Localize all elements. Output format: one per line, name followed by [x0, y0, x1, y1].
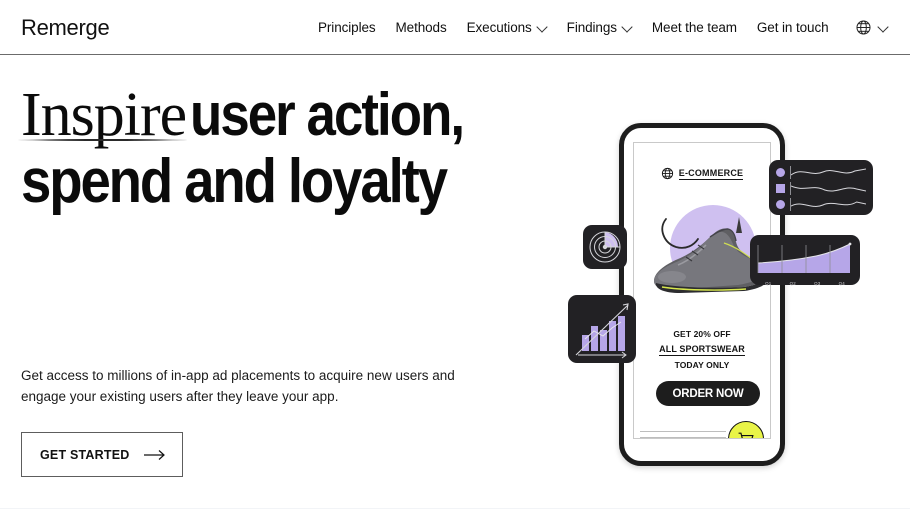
globe-icon — [661, 167, 673, 180]
axis-label: Q1 — [765, 281, 772, 286]
ecommerce-label: E-COMMERCE — [678, 167, 744, 180]
globe-icon — [855, 20, 871, 35]
headline-rest: user action, — [190, 81, 465, 148]
hero-text-block: Inspireuser action, spend and loyalty — [17, 81, 521, 216]
area-chart-axis-labels: Q1 Q2 Q3 Q4 — [756, 281, 854, 286]
metrics-row — [776, 198, 866, 211]
sparkline-icon — [790, 166, 866, 179]
metrics-row — [776, 182, 866, 195]
nav-item-findings[interactable]: Findings — [567, 20, 632, 35]
sparkline-icon — [790, 182, 866, 195]
order-now-label: ORDER NOW — [672, 387, 744, 400]
sparkline-icon — [790, 198, 866, 211]
nav-label: Get in touch — [756, 20, 829, 35]
landing-page: Remerge Principles Methods Executions Fi… — [0, 0, 910, 518]
get-started-button[interactable]: GET STARTED — [21, 432, 183, 477]
get-started-label: GET STARTED — [40, 447, 130, 462]
nav-item-principles[interactable]: Principles — [318, 20, 376, 35]
nav-label: Principles — [318, 20, 376, 35]
shopping-cart-icon — [738, 432, 754, 438]
chevron-down-icon — [623, 23, 632, 32]
nav-label: Methods — [395, 20, 447, 35]
nav-label: Executions — [466, 20, 532, 35]
site-header: Remerge Principles Methods Executions Fi… — [0, 0, 910, 55]
bar-chart — [575, 303, 629, 359]
axis-label: Q3 — [814, 281, 821, 286]
page-title: Inspireuser action, spend and loyalty — [17, 81, 521, 216]
headline-accent-word: Inspire — [17, 84, 190, 146]
promo-line-2: ALL SPORTSWEAR — [659, 344, 745, 356]
page-bottom-divider — [0, 508, 910, 509]
nav-label: Findings — [566, 20, 617, 35]
metrics-widget — [769, 160, 873, 215]
radar-chart-widget — [583, 225, 627, 269]
bar-chart-widget — [568, 295, 636, 363]
cart-button[interactable] — [728, 421, 764, 438]
order-now-button[interactable]: ORDER NOW — [656, 381, 760, 406]
language-selector[interactable] — [855, 19, 888, 36]
area-chart-widget: Q1 Q2 Q3 Q4 — [750, 235, 860, 286]
promo-text-block: GET 20% OFF ALL SPORTSWEAR TODAY ONLY — [634, 329, 770, 370]
promo-line-3: TODAY ONLY — [674, 360, 730, 370]
chevron-down-icon — [538, 23, 547, 32]
arrow-right-icon — [144, 449, 165, 460]
circle-marker-icon — [776, 200, 785, 209]
nav-item-methods[interactable]: Methods — [396, 20, 447, 35]
promo-line-1: GET 20% OFF — [673, 329, 731, 339]
hero-illustration: E-COMMERCE GET 20% OFF ALL SPORTSWEAR TO… — [555, 110, 895, 470]
placeholder-lines — [640, 431, 726, 438]
axis-label: Q2 — [789, 281, 796, 286]
area-chart — [757, 242, 852, 273]
axis-label: Q4 — [838, 281, 845, 286]
logo[interactable]: Remerge — [21, 15, 110, 41]
phone-screen: E-COMMERCE GET 20% OFF ALL SPORTSWEAR TO… — [633, 142, 771, 439]
radar-chart-icon — [589, 231, 621, 263]
main-navigation: Principles Methods Executions Findings M… — [318, 0, 888, 55]
nav-label: Meet the team — [651, 20, 737, 35]
nav-item-meet-the-team[interactable]: Meet the team — [652, 20, 737, 35]
hero-description: Get access to millions of in-app ad plac… — [21, 368, 455, 404]
nav-item-get-in-touch[interactable]: Get in touch — [757, 20, 829, 35]
circle-marker-icon — [776, 168, 785, 177]
metrics-row — [776, 166, 866, 179]
nav-item-executions[interactable]: Executions — [467, 20, 547, 35]
square-marker-icon — [776, 184, 785, 193]
ecommerce-brand: E-COMMERCE — [634, 167, 770, 180]
phone-mockup: E-COMMERCE GET 20% OFF ALL SPORTSWEAR TO… — [619, 123, 785, 466]
chevron-down-icon — [879, 23, 888, 32]
headline-line-two: spend and loyalty — [21, 146, 448, 216]
